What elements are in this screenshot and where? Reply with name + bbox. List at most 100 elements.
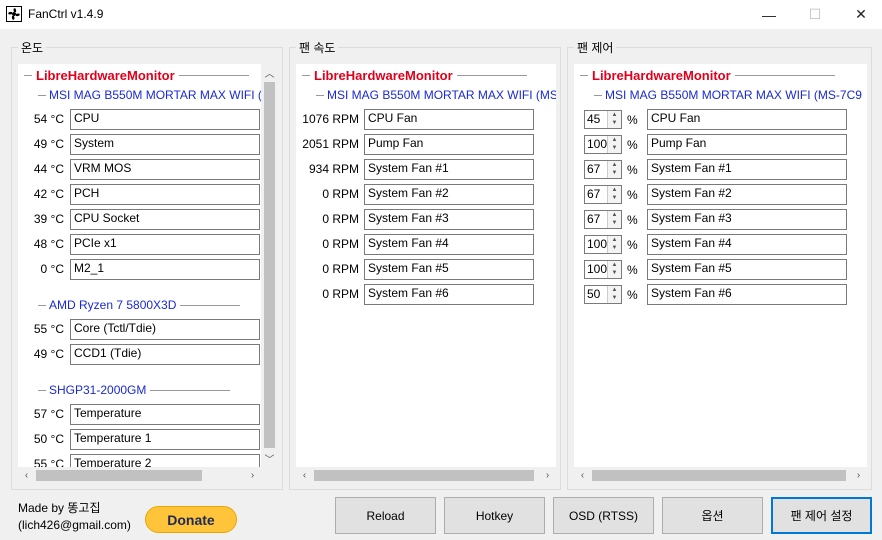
sensor-name-field[interactable]: CPU	[70, 109, 260, 130]
fan-percent-spinner[interactable]: 100 ▲ ▼	[584, 235, 622, 254]
email-text: (lich426@gmail.com)	[18, 518, 131, 532]
scroll-thumb[interactable]	[36, 470, 202, 481]
reload-button[interactable]: Reload	[335, 497, 436, 534]
scroll-left-icon[interactable]: ‹	[18, 467, 35, 484]
fan-percent-spinner[interactable]: 45 ▲ ▼	[584, 110, 622, 129]
horizontal-scrollbar[interactable]: ‹ ›	[18, 467, 278, 484]
fan-name-field[interactable]: CPU Fan	[364, 109, 534, 130]
fan-name-field[interactable]: System Fan #6	[647, 284, 847, 305]
temp-value: 48 °C	[33, 237, 64, 251]
fan-icon	[6, 6, 22, 22]
sensor-name-field[interactable]: Core (Tctl/Tdie)	[70, 319, 260, 340]
fan-name-field[interactable]: System Fan #6	[364, 284, 534, 305]
motherboard-header: MSI MAG B550M MORTAR MAX WIFI (MS	[316, 88, 556, 102]
donate-button[interactable]: Donate	[145, 506, 237, 533]
spinner-arrows-icon[interactable]: ▲ ▼	[607, 161, 621, 178]
fan-name-field[interactable]: Pump Fan	[647, 134, 847, 155]
spinner-arrows-icon[interactable]: ▲ ▼	[607, 236, 621, 253]
sensor-name-field[interactable]: Temperature 1	[70, 429, 260, 450]
fan-name-field[interactable]: System Fan #4	[647, 234, 847, 255]
fan-speed-panel: LibreHardwareMonitor MSI MAG B550M MORTA…	[296, 64, 556, 484]
spinner-arrows-icon[interactable]: ▲ ▼	[607, 261, 621, 278]
temperature-panel: LibreHardwareMonitor MSI MAG B550M MORTA…	[18, 64, 278, 484]
percent-unit: %	[627, 163, 638, 177]
sensor-name-field[interactable]: CPU Socket	[70, 209, 260, 230]
temp-value: 57 °C	[33, 407, 64, 421]
fan-control-group-title: 팬 제어	[574, 39, 617, 56]
made-by-text: Made by 똥고집	[18, 501, 101, 515]
scroll-right-icon[interactable]: ›	[850, 467, 867, 484]
fan-name-field[interactable]: System Fan #3	[364, 209, 534, 230]
spinner-arrows-icon[interactable]: ▲ ▼	[607, 211, 621, 228]
sensor-name-field[interactable]: CCD1 (Tdie)	[70, 344, 260, 365]
fan-percent-spinner[interactable]: 67 ▲ ▼	[584, 160, 622, 179]
sensor-name-field[interactable]: VRM MOS	[70, 159, 260, 180]
scroll-up-icon[interactable]: ︿	[261, 64, 278, 81]
scroll-thumb[interactable]	[314, 470, 534, 481]
spinner-arrows-icon[interactable]: ▲ ▼	[607, 286, 621, 303]
percent-unit: %	[627, 188, 638, 202]
scroll-left-icon[interactable]: ‹	[574, 467, 591, 484]
fan-percent-spinner[interactable]: 100 ▲ ▼	[584, 260, 622, 279]
spinner-arrows-icon[interactable]: ▲ ▼	[607, 186, 621, 203]
sensor-name-field[interactable]: System	[70, 134, 260, 155]
temperature-group: 온도 LibreHardwareMonitor MSI MAG B550M MO…	[11, 39, 283, 490]
fan-name-field[interactable]: System Fan #5	[647, 259, 847, 280]
maximize-button[interactable]: ☐	[792, 0, 838, 29]
options-button[interactable]: 옵션	[662, 497, 763, 534]
sensor-name-field[interactable]: Temperature	[70, 404, 260, 425]
horizontal-scrollbar[interactable]: ‹ ›	[296, 467, 556, 484]
temp-value: 39 °C	[33, 212, 64, 226]
minimize-button[interactable]: —	[746, 0, 792, 29]
temp-value: 44 °C	[33, 162, 64, 176]
fan-percent-spinner[interactable]: 100 ▲ ▼	[584, 135, 622, 154]
sensor-name-field[interactable]: M2_1	[70, 259, 260, 280]
fan-name-field[interactable]: System Fan #4	[364, 234, 534, 255]
fan-rpm-value: 1076 RPM	[302, 112, 359, 126]
sensor-name-field[interactable]: PCIe x1	[70, 234, 260, 255]
spinner-arrows-icon[interactable]: ▲ ▼	[607, 136, 621, 153]
horizontal-scrollbar[interactable]: ‹ ›	[574, 467, 867, 484]
fan-name-field[interactable]: System Fan #2	[647, 184, 847, 205]
scroll-right-icon[interactable]: ›	[539, 467, 556, 484]
fan-control-settings-button[interactable]: 팬 제어 설정	[771, 497, 872, 534]
fan-name-field[interactable]: Pump Fan	[364, 134, 534, 155]
fan-control-group: 팬 제어 LibreHardwareMonitor MSI MAG B550M …	[567, 39, 872, 490]
scroll-right-icon[interactable]: ›	[244, 467, 261, 484]
percent-unit: %	[627, 113, 638, 127]
fan-percent-spinner[interactable]: 50 ▲ ▼	[584, 285, 622, 304]
fan-name-field[interactable]: System Fan #5	[364, 259, 534, 280]
fan-name-field[interactable]: System Fan #1	[647, 159, 847, 180]
hotkey-button[interactable]: Hotkey	[444, 497, 545, 534]
fan-rpm-value: 0 RPM	[322, 212, 359, 226]
spinner-arrows-icon[interactable]: ▲ ▼	[607, 111, 621, 128]
fan-percent-spinner[interactable]: 67 ▲ ▼	[584, 210, 622, 229]
scroll-thumb[interactable]	[264, 82, 275, 448]
fan-rpm-value: 0 RPM	[322, 237, 359, 251]
temp-value: 54 °C	[33, 112, 64, 126]
close-button[interactable]: ✕	[838, 0, 882, 29]
fan-percent-spinner[interactable]: 67 ▲ ▼	[584, 185, 622, 204]
scroll-thumb[interactable]	[592, 470, 846, 481]
source-header: LibreHardwareMonitor	[302, 68, 527, 83]
temp-value: 0 °C	[40, 262, 64, 276]
fan-speed-group-title: 팬 속도	[296, 39, 339, 56]
vertical-scrollbar[interactable]: ︿ ﹀	[261, 64, 278, 467]
fan-rpm-value: 2051 RPM	[302, 137, 359, 151]
fan-rpm-value: 934 RPM	[308, 162, 359, 176]
percent-unit: %	[627, 263, 638, 277]
percent-unit: %	[627, 138, 638, 152]
scroll-left-icon[interactable]: ‹	[296, 467, 313, 484]
sensor-name-field[interactable]: PCH	[70, 184, 260, 205]
fan-rpm-value: 0 RPM	[322, 287, 359, 301]
fan-name-field[interactable]: System Fan #3	[647, 209, 847, 230]
scroll-down-icon[interactable]: ﹀	[261, 450, 278, 467]
fan-name-field[interactable]: System Fan #1	[364, 159, 534, 180]
motherboard-header: MSI MAG B550M MORTAR MAX WIFI (	[38, 88, 262, 102]
fan-name-field[interactable]: System Fan #2	[364, 184, 534, 205]
fan-name-field[interactable]: CPU Fan	[647, 109, 847, 130]
temperature-group-title: 온도	[18, 39, 47, 56]
osd-rtss-button[interactable]: OSD (RTSS)	[553, 497, 654, 534]
ssd-header: SHGP31-2000GM	[38, 383, 231, 397]
percent-unit: %	[627, 238, 638, 252]
